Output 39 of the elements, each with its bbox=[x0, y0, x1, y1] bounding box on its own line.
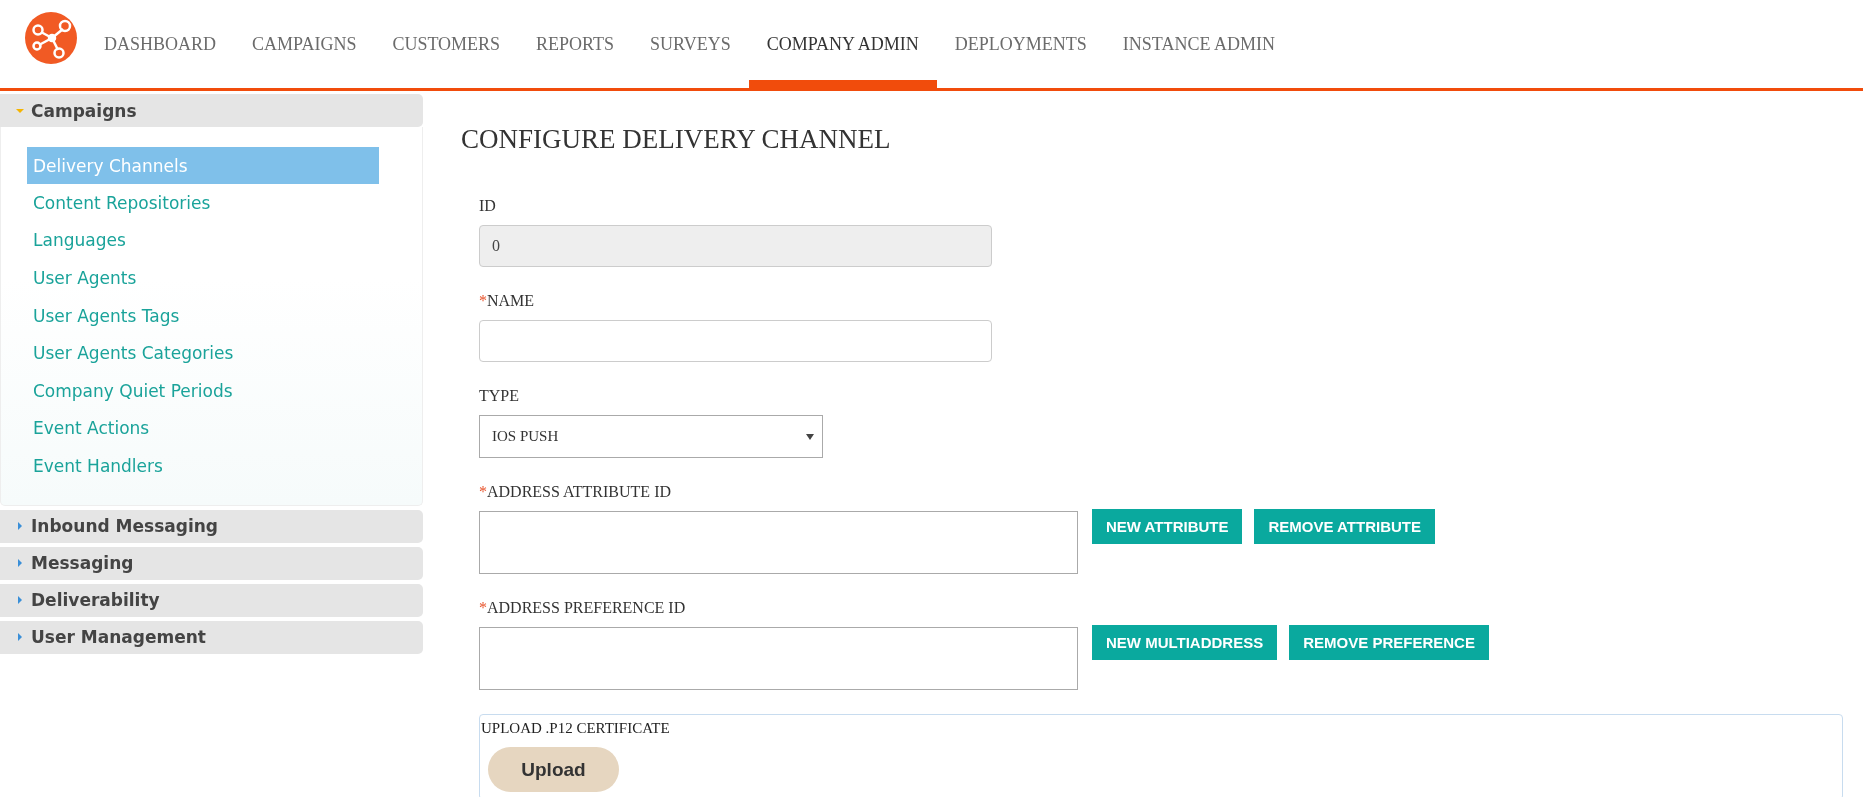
caret-down-icon bbox=[806, 433, 814, 440]
nav-tab[interactable]: REPORTS bbox=[518, 0, 633, 88]
sidebar-item[interactable]: Languages bbox=[27, 221, 379, 260]
field-label: *ADDRESS ATTRIBUTE ID bbox=[479, 482, 672, 502]
upload-label: UPLOAD .P12 CERTIFICATE bbox=[481, 720, 670, 737]
section-header[interactable]: Messaging bbox=[0, 546, 423, 580]
text-area[interactable] bbox=[479, 511, 1078, 574]
nav-tab[interactable]: SURVEYS bbox=[632, 0, 749, 88]
sidebar-item[interactable]: Content Repositories bbox=[27, 184, 379, 222]
sidebar-item[interactable]: User Agents Categories bbox=[27, 334, 379, 372]
field-label: *ADDRESS PREFERENCE ID bbox=[479, 598, 687, 618]
section-header[interactable]: Campaigns bbox=[0, 94, 423, 127]
input-field[interactable] bbox=[479, 320, 992, 362]
action-button[interactable]: NEW MULTIADDRESS bbox=[1092, 625, 1278, 660]
type-dropdown[interactable]: IOS PUSH bbox=[479, 415, 823, 458]
section-header[interactable]: Deliverability bbox=[0, 583, 423, 617]
nav-tab[interactable]: DEPLOYMENTS bbox=[936, 0, 1105, 88]
action-button[interactable]: REMOVE PREFERENCE bbox=[1289, 625, 1489, 660]
nav-tab[interactable]: INSTANCE ADMIN bbox=[1104, 0, 1293, 88]
sidebar-item[interactable]: Company Quiet Periods bbox=[27, 371, 379, 410]
field-label: *NAME bbox=[479, 291, 536, 311]
action-button[interactable]: NEW ATTRIBUTE bbox=[1092, 509, 1243, 544]
page-title: CONFIGURE DELIVERY CHANNEL bbox=[461, 123, 892, 156]
upload-button[interactable]: Upload bbox=[488, 747, 619, 792]
sidebar-item[interactable]: User Agents Tags bbox=[27, 296, 379, 335]
action-button[interactable]: REMOVE ATTRIBUTE bbox=[1254, 509, 1435, 544]
nav-tab[interactable]: DASHBOARD bbox=[86, 0, 235, 88]
sidebar-item[interactable]: Event Actions bbox=[27, 409, 379, 448]
nav-tab[interactable]: COMPANY ADMIN bbox=[748, 0, 937, 88]
sidebar-item[interactable]: Event Handlers bbox=[27, 447, 379, 485]
field-label: ID bbox=[479, 196, 497, 216]
nav-tab[interactable]: CUSTOMERS bbox=[374, 0, 519, 88]
sidebar-item[interactable]: User Agents bbox=[27, 259, 379, 297]
section-header[interactable]: Inbound Messaging bbox=[0, 509, 423, 543]
field-label: TYPE bbox=[479, 386, 520, 406]
section-header[interactable]: User Management bbox=[0, 620, 423, 654]
text-area[interactable] bbox=[479, 627, 1078, 690]
logo-icon[interactable] bbox=[25, 12, 77, 64]
nav-tab[interactable]: CAMPAIGNS bbox=[234, 0, 375, 88]
